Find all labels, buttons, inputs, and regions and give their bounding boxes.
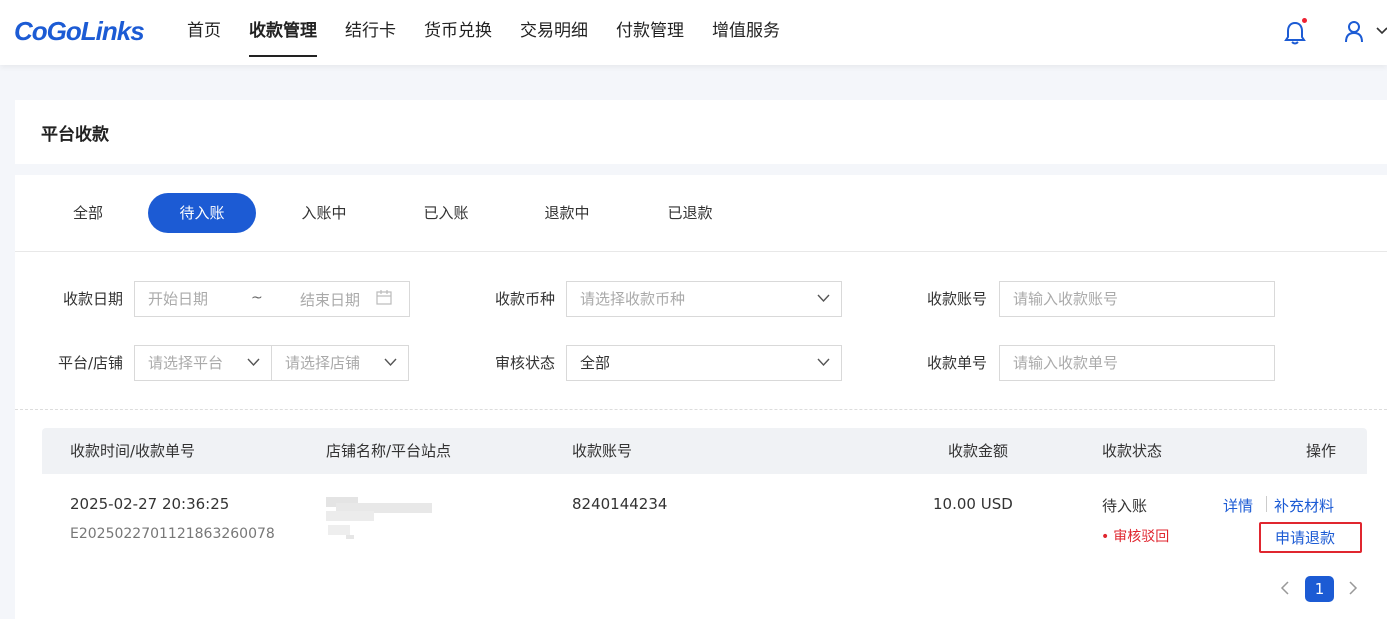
shop-placeholder: 请选择店铺 (285, 354, 361, 372)
th-time-order: 收款时间/收款单号 (70, 442, 196, 460)
nav-item-value-added[interactable]: 增值服务 (698, 0, 794, 65)
row-account: 8240144234 (572, 495, 668, 513)
nav-item-collections[interactable]: 收款管理 (235, 0, 331, 65)
review-status-label: 审核状态 (494, 354, 555, 372)
nav-item-home[interactable]: 首页 (173, 0, 235, 65)
notification-dot (1302, 18, 1307, 23)
tab-refunded[interactable]: 已退款 (651, 193, 729, 233)
page-title: 平台收款 (41, 125, 109, 145)
chevron-down-icon (817, 294, 830, 303)
review-status-select[interactable]: 全部 (566, 345, 842, 381)
tab-credited[interactable]: 已入账 (407, 193, 485, 233)
date-separator: ~ (251, 290, 263, 306)
chevron-down-icon (247, 358, 260, 367)
chevron-down-icon (817, 358, 830, 367)
nav-item-payments[interactable]: 付款管理 (602, 0, 698, 65)
supplement-materials-link[interactable]: 补充材料 (1274, 495, 1334, 516)
apply-refund-link[interactable]: 申请退款 (1275, 527, 1335, 548)
pager-current-page[interactable]: 1 (1305, 576, 1334, 602)
pager-prev-icon[interactable] (1278, 580, 1292, 596)
date-end-input[interactable]: 结束日期 (300, 289, 360, 310)
th-shop-site: 店铺名称/平台站点 (326, 442, 452, 460)
row-time: 2025-02-27 20:36:25 (70, 495, 230, 513)
th-actions: 操作 (1306, 442, 1337, 460)
main-card: 全部 待入账 入账中 已入账 退款中 已退款 收款日期 开始日期 ~ 结束日期 … (15, 175, 1387, 619)
bell-icon[interactable] (1284, 20, 1306, 46)
account-input[interactable]: 请输入收款账号 (999, 281, 1275, 317)
platform-label: 平台/店铺 (57, 354, 123, 372)
chevron-down-icon (384, 358, 397, 367)
chevron-down-icon[interactable] (1376, 26, 1387, 36)
nav-item-transactions[interactable]: 交易明细 (506, 0, 602, 65)
detail-link[interactable]: 详情 (1223, 495, 1253, 516)
platform-select[interactable]: 请选择平台 (134, 345, 272, 381)
nav-item-exchange[interactable]: 货币兑换 (410, 0, 506, 65)
user-icon[interactable] (1343, 20, 1365, 44)
row-review-note: 审核驳回 (1101, 526, 1169, 546)
order-no-label: 收款单号 (926, 354, 987, 372)
review-status-value: 全部 (580, 354, 611, 372)
tab-pending[interactable]: 待入账 (148, 193, 256, 233)
table-header: 收款时间/收款单号 店铺名称/平台站点 收款账号 收款金额 收款状态 操作 (42, 428, 1367, 474)
th-amount: 收款金额 (948, 442, 1009, 460)
platform-placeholder: 请选择平台 (148, 354, 224, 372)
tab-all[interactable]: 全部 (55, 193, 121, 233)
brand-logo[interactable]: CoGoLinks (14, 16, 145, 47)
tab-processing[interactable]: 入账中 (285, 193, 363, 233)
pager-next-icon[interactable] (1346, 580, 1360, 596)
shop-select[interactable]: 请选择店铺 (271, 345, 409, 381)
nav-item-card[interactable]: 结行卡 (331, 0, 410, 65)
row-status: 待入账 (1102, 497, 1148, 515)
calendar-icon[interactable] (376, 290, 392, 305)
blurred-shop-name (326, 497, 432, 539)
account-label: 收款账号 (926, 290, 987, 308)
date-range-picker[interactable]: 开始日期 (134, 281, 410, 317)
top-header: CoGoLinks 首页 收款管理 结行卡 货币兑换 交易明细 付款管理 增值服… (0, 0, 1387, 65)
main-nav: 首页 收款管理 结行卡 货币兑换 交易明细 付款管理 增值服务 (173, 0, 794, 65)
date-label: 收款日期 (62, 290, 123, 308)
order-no-input[interactable]: 请输入收款单号 (999, 345, 1275, 381)
currency-placeholder: 请选择收款币种 (580, 290, 686, 308)
filter-divider (15, 409, 1387, 410)
row-amount: 10.00 USD (933, 495, 1013, 513)
th-status: 收款状态 (1102, 442, 1163, 460)
order-no-placeholder: 请输入收款单号 (1013, 354, 1119, 372)
action-separator (1266, 496, 1267, 512)
page-title-card: 平台收款 (15, 100, 1387, 164)
th-account: 收款账号 (572, 442, 633, 460)
currency-label: 收款币种 (494, 290, 555, 308)
row-order-no: E2025022701121863260078 (70, 526, 275, 542)
currency-select[interactable]: 请选择收款币种 (566, 281, 842, 317)
tab-refunding[interactable]: 退款中 (528, 193, 606, 233)
status-tabs: 全部 待入账 入账中 已入账 退款中 已退款 (15, 175, 1387, 252)
account-placeholder: 请输入收款账号 (1013, 290, 1119, 308)
date-start-input[interactable]: 开始日期 (148, 290, 208, 308)
